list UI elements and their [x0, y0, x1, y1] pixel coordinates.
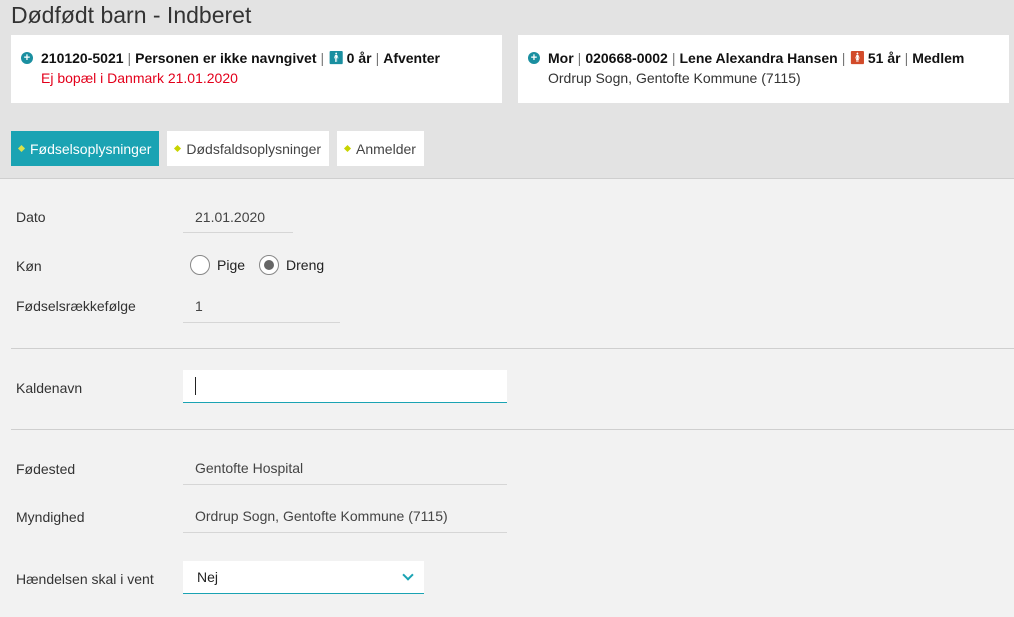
gender-option-girl[interactable]: Pige — [190, 255, 245, 275]
birthplace-label: Fødested — [16, 461, 76, 477]
birth-order-value: 1 — [183, 290, 340, 323]
mother-age: 51 år — [867, 50, 901, 66]
date-value: 21.01.2020 — [183, 201, 293, 233]
form-content: Dato 21.01.2020 Køn Pige Dreng Fødselsræ… — [0, 180, 1014, 617]
diamond-icon — [174, 144, 182, 152]
tab-label: Anmelder — [356, 140, 416, 157]
separator: | — [127, 50, 132, 66]
radio-label: Pige — [217, 257, 246, 273]
female-person-icon: 🚺︎ — [849, 50, 866, 65]
mother-role: Mor — [548, 50, 574, 66]
expand-plus-icon[interactable]: + — [21, 52, 33, 64]
nickname-input[interactable] — [183, 370, 507, 403]
on-hold-select[interactable]: Nej — [183, 561, 424, 594]
date-label: Dato — [16, 209, 46, 225]
tab-label: Dødsfaldsoplysninger — [186, 140, 322, 157]
separator: | — [375, 50, 380, 66]
text-caret — [195, 377, 196, 395]
expand-plus-icon[interactable]: + — [528, 52, 540, 64]
separator: | — [671, 50, 676, 66]
birthplace-value: Gentofte Hospital — [183, 452, 507, 485]
separator: | — [320, 50, 325, 66]
tab-death-info[interactable]: Dødsfaldsoplysninger — [167, 131, 330, 166]
tab-bar: Fødselsoplysninger Dødsfaldsoplysninger … — [11, 131, 432, 166]
on-hold-selected-value: Nej — [197, 569, 219, 585]
authority-label: Myndighed — [16, 509, 85, 525]
mother-parish: Ordrup Sogn, Gentofte Kommune (7115) — [548, 70, 801, 86]
mother-person-card: + Mor | 020668-0002 | Lene Alexandra Han… — [518, 35, 1009, 103]
child-name: Personen er ikke navngivet — [135, 50, 317, 66]
diamond-icon — [17, 144, 26, 152]
divider — [11, 348, 1014, 349]
radio-checked-icon[interactable] — [259, 255, 280, 275]
mother-status: Medlem — [912, 50, 965, 66]
separator: | — [577, 50, 582, 66]
mother-name: Lene Alexandra Hansen — [679, 50, 838, 66]
gender-label: Køn — [16, 258, 42, 274]
authority-value: Ordrup Sogn, Gentofte Kommune (7115) — [183, 500, 507, 533]
child-residence-note: Ej bopæl i Danmark 21.01.2020 — [41, 70, 238, 86]
child-status: Afventer — [383, 50, 440, 66]
gender-radio-group: Pige Dreng — [190, 255, 338, 275]
radio-unchecked-icon[interactable] — [190, 255, 210, 275]
separator: | — [841, 50, 846, 66]
child-person-card: + 210120-5021 | Personen er ikke navngiv… — [11, 35, 502, 103]
on-hold-label: Hændelsen skal i vent — [16, 571, 154, 587]
separator: | — [904, 50, 909, 66]
tab-label: Fødselsoplysninger — [30, 140, 152, 157]
diamond-icon — [343, 144, 352, 152]
chevron-down-icon[interactable] — [402, 569, 414, 581]
child-cpr: 210120-5021 — [41, 50, 124, 66]
male-person-icon: 🚹︎ — [328, 50, 345, 65]
header: Dødfødt barn - Indberet + 210120-5021 | … — [0, 0, 1014, 179]
nickname-label: Kaldenavn — [16, 380, 83, 396]
page-title: Dødfødt barn - Indberet — [11, 2, 252, 28]
mother-cpr: 020668-0002 — [585, 50, 668, 66]
child-age: 0 år — [346, 50, 372, 66]
radio-label: Dreng — [286, 257, 325, 273]
tab-birth-info[interactable]: Fødselsoplysninger — [11, 131, 160, 166]
divider — [11, 429, 1014, 430]
gender-option-boy[interactable]: Dreng — [259, 255, 324, 275]
tab-reporter[interactable]: Anmelder — [337, 131, 424, 166]
birth-order-label: Fødselsrækkefølge — [16, 298, 136, 314]
